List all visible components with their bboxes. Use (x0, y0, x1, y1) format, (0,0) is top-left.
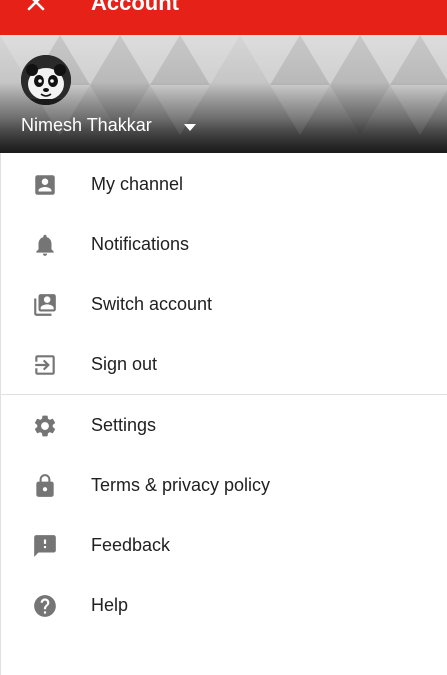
menu-item-terms[interactable]: Terms & privacy policy (0, 455, 447, 515)
feedback-icon (32, 533, 58, 559)
menu-item-feedback[interactable]: Feedback (0, 515, 447, 575)
menu-item-label: Sign out (91, 354, 158, 374)
account-name[interactable]: Nimesh Thakkar (21, 115, 152, 135)
close-icon[interactable] (22, 0, 50, 16)
account-menu: My channel Notifications Switch account … (0, 154, 447, 635)
switch-account-icon (32, 292, 58, 318)
menu-item-label: Settings (91, 415, 157, 435)
menu-item-label: Help (91, 595, 129, 615)
menu-item-settings[interactable]: Settings (0, 395, 447, 455)
menu-item-help[interactable]: Help (0, 575, 447, 635)
app-bar: Account (0, 0, 447, 35)
help-icon (32, 593, 58, 619)
menu-item-sign-out[interactable]: Sign out (0, 334, 447, 394)
menu-item-label: Switch account (91, 294, 213, 314)
gear-icon (32, 413, 58, 439)
caret-down-icon[interactable] (182, 120, 198, 132)
account-header[interactable]: Nimesh Thakkar (0, 35, 447, 153)
lock-icon (32, 473, 58, 499)
avatar[interactable] (21, 55, 71, 105)
menu-item-switch-account[interactable]: Switch account (0, 274, 447, 334)
menu-item-notifications[interactable]: Notifications (0, 214, 447, 274)
exit-icon (32, 352, 58, 378)
bell-icon (32, 232, 58, 258)
menu-item-label: My channel (91, 174, 184, 194)
menu-item-label: Notifications (91, 234, 190, 254)
menu-item-label: Terms & privacy policy (91, 475, 271, 495)
banner-shade (0, 35, 447, 153)
menu-item-label: Feedback (91, 535, 171, 555)
page-title: Account (91, 0, 179, 15)
account-box-icon (32, 172, 58, 198)
panda-avatar-icon (21, 55, 71, 105)
menu-item-my-channel[interactable]: My channel (0, 154, 447, 214)
